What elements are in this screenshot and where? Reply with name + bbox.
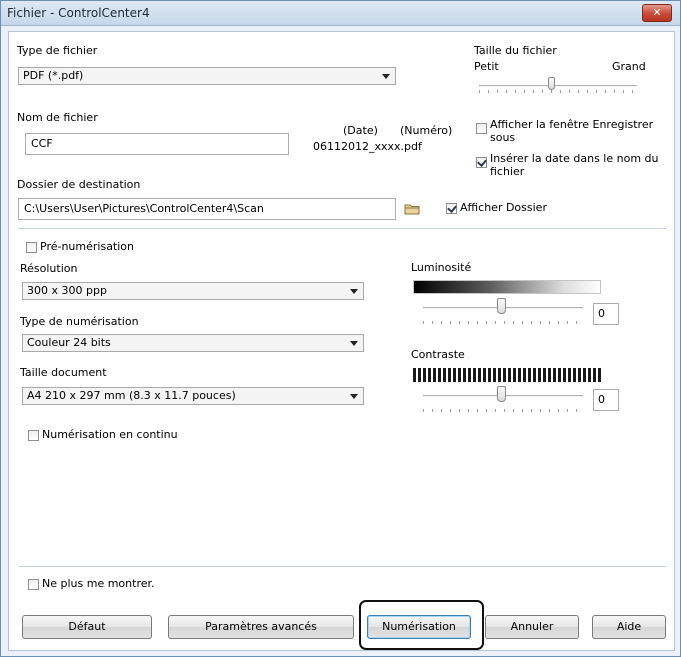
file-name-input[interactable]: CCF — [25, 133, 289, 155]
title-bar[interactable]: Fichier - ControlCenter4 ✕ — [1, 1, 680, 26]
folder-icon[interactable] — [404, 203, 420, 215]
settings-panel: Type de fichier PDF (*.pdf) Taille du fi… — [8, 31, 675, 651]
show-folder-checkbox[interactable] — [446, 203, 457, 214]
file-name-label: Nom de fichier — [17, 111, 98, 124]
chevron-down-icon — [350, 289, 358, 294]
show-folder-label: Afficher Dossier — [460, 201, 547, 214]
destination-input[interactable]: C:\Users\User\Pictures\ControlCenter4\Sc… — [18, 198, 396, 220]
insert-date-label: Insérer la date dans le nom du fichier — [490, 152, 659, 178]
dont-show-label: Ne plus me montrer. — [42, 577, 155, 590]
window-title: Fichier - ControlCenter4 — [7, 6, 150, 20]
file-size-slider-track — [479, 85, 637, 87]
prescan-label: Pré-numérisation — [40, 240, 135, 253]
show-save-as-label: Afficher la fenêtre Enregistrer sous — [490, 118, 654, 144]
brightness-label: Luminosité — [411, 261, 472, 274]
destination-value: C:\Users\User\Pictures\ControlCenter4\Sc… — [24, 202, 264, 215]
help-button[interactable]: Aide — [592, 615, 666, 639]
separator — [18, 566, 666, 567]
contrast-label: Contraste — [411, 348, 465, 361]
resolution-value: 300 x 300 ppp — [27, 284, 107, 297]
file-size-slider-thumb[interactable] — [548, 77, 555, 90]
brightness-slider-thumb[interactable] — [497, 298, 506, 314]
contrast-pattern-bar — [413, 368, 602, 382]
file-size-min-label: Petit — [474, 60, 499, 73]
brightness-slider-ticks — [423, 321, 583, 324]
file-type-value: PDF (*.pdf) — [23, 69, 84, 82]
doc-size-value: A4 210 x 297 mm (8.3 x 11.7 pouces) — [27, 389, 236, 402]
close-icon: ✕ — [652, 6, 662, 19]
doc-size-select[interactable]: A4 210 x 297 mm (8.3 x 11.7 pouces) — [22, 387, 364, 405]
file-name-example: 06112012_xxxx.pdf — [313, 140, 422, 153]
resolution-label: Résolution — [20, 262, 78, 275]
default-button[interactable]: Défaut — [22, 615, 152, 639]
advanced-settings-button[interactable]: Paramètres avancés — [168, 615, 354, 639]
dialog-window: Fichier - ControlCenter4 ✕ Type de fichi… — [0, 0, 681, 657]
file-type-label: Type de fichier — [17, 44, 98, 57]
close-button[interactable]: ✕ — [642, 4, 672, 22]
scan-type-select[interactable]: Couleur 24 bits — [22, 334, 364, 352]
scan-type-label: Type de numérisation — [20, 315, 139, 328]
continuous-scan-label: Numérisation en continu — [42, 428, 178, 441]
file-type-select[interactable]: PDF (*.pdf) — [18, 67, 396, 85]
scan-type-value: Couleur 24 bits — [27, 336, 111, 349]
scan-button[interactable]: Numérisation — [367, 615, 471, 639]
contrast-slider-thumb[interactable] — [497, 386, 506, 402]
chevron-down-icon — [350, 341, 358, 346]
show-save-as-checkbox[interactable] — [476, 123, 487, 134]
brightness-value: 0 — [598, 307, 605, 320]
file-size-max-label: Grand — [612, 60, 646, 73]
chevron-down-icon — [382, 74, 390, 79]
file-size-label: Taille du fichier — [474, 44, 557, 57]
number-header: (Numéro) — [400, 124, 453, 137]
dont-show-checkbox[interactable] — [28, 579, 39, 590]
destination-label: Dossier de destination — [17, 178, 141, 191]
brightness-gradient-bar — [413, 280, 601, 294]
resolution-select[interactable]: 300 x 300 ppp — [22, 282, 364, 300]
contrast-value-input[interactable]: 0 — [593, 389, 619, 411]
brightness-value-input[interactable]: 0 — [593, 303, 619, 325]
contrast-value: 0 — [598, 393, 605, 406]
date-header: (Date) — [343, 124, 378, 137]
cancel-button[interactable]: Annuler — [485, 615, 579, 639]
contrast-slider-ticks — [423, 409, 583, 412]
doc-size-label: Taille document — [20, 366, 107, 379]
continuous-scan-checkbox[interactable] — [28, 430, 39, 441]
chevron-down-icon — [350, 394, 358, 399]
insert-date-checkbox[interactable] — [476, 157, 487, 168]
separator — [18, 228, 666, 229]
file-size-slider-ticks — [479, 90, 637, 93]
file-name-value: CCF — [31, 137, 53, 150]
prescan-checkbox[interactable] — [26, 242, 37, 253]
